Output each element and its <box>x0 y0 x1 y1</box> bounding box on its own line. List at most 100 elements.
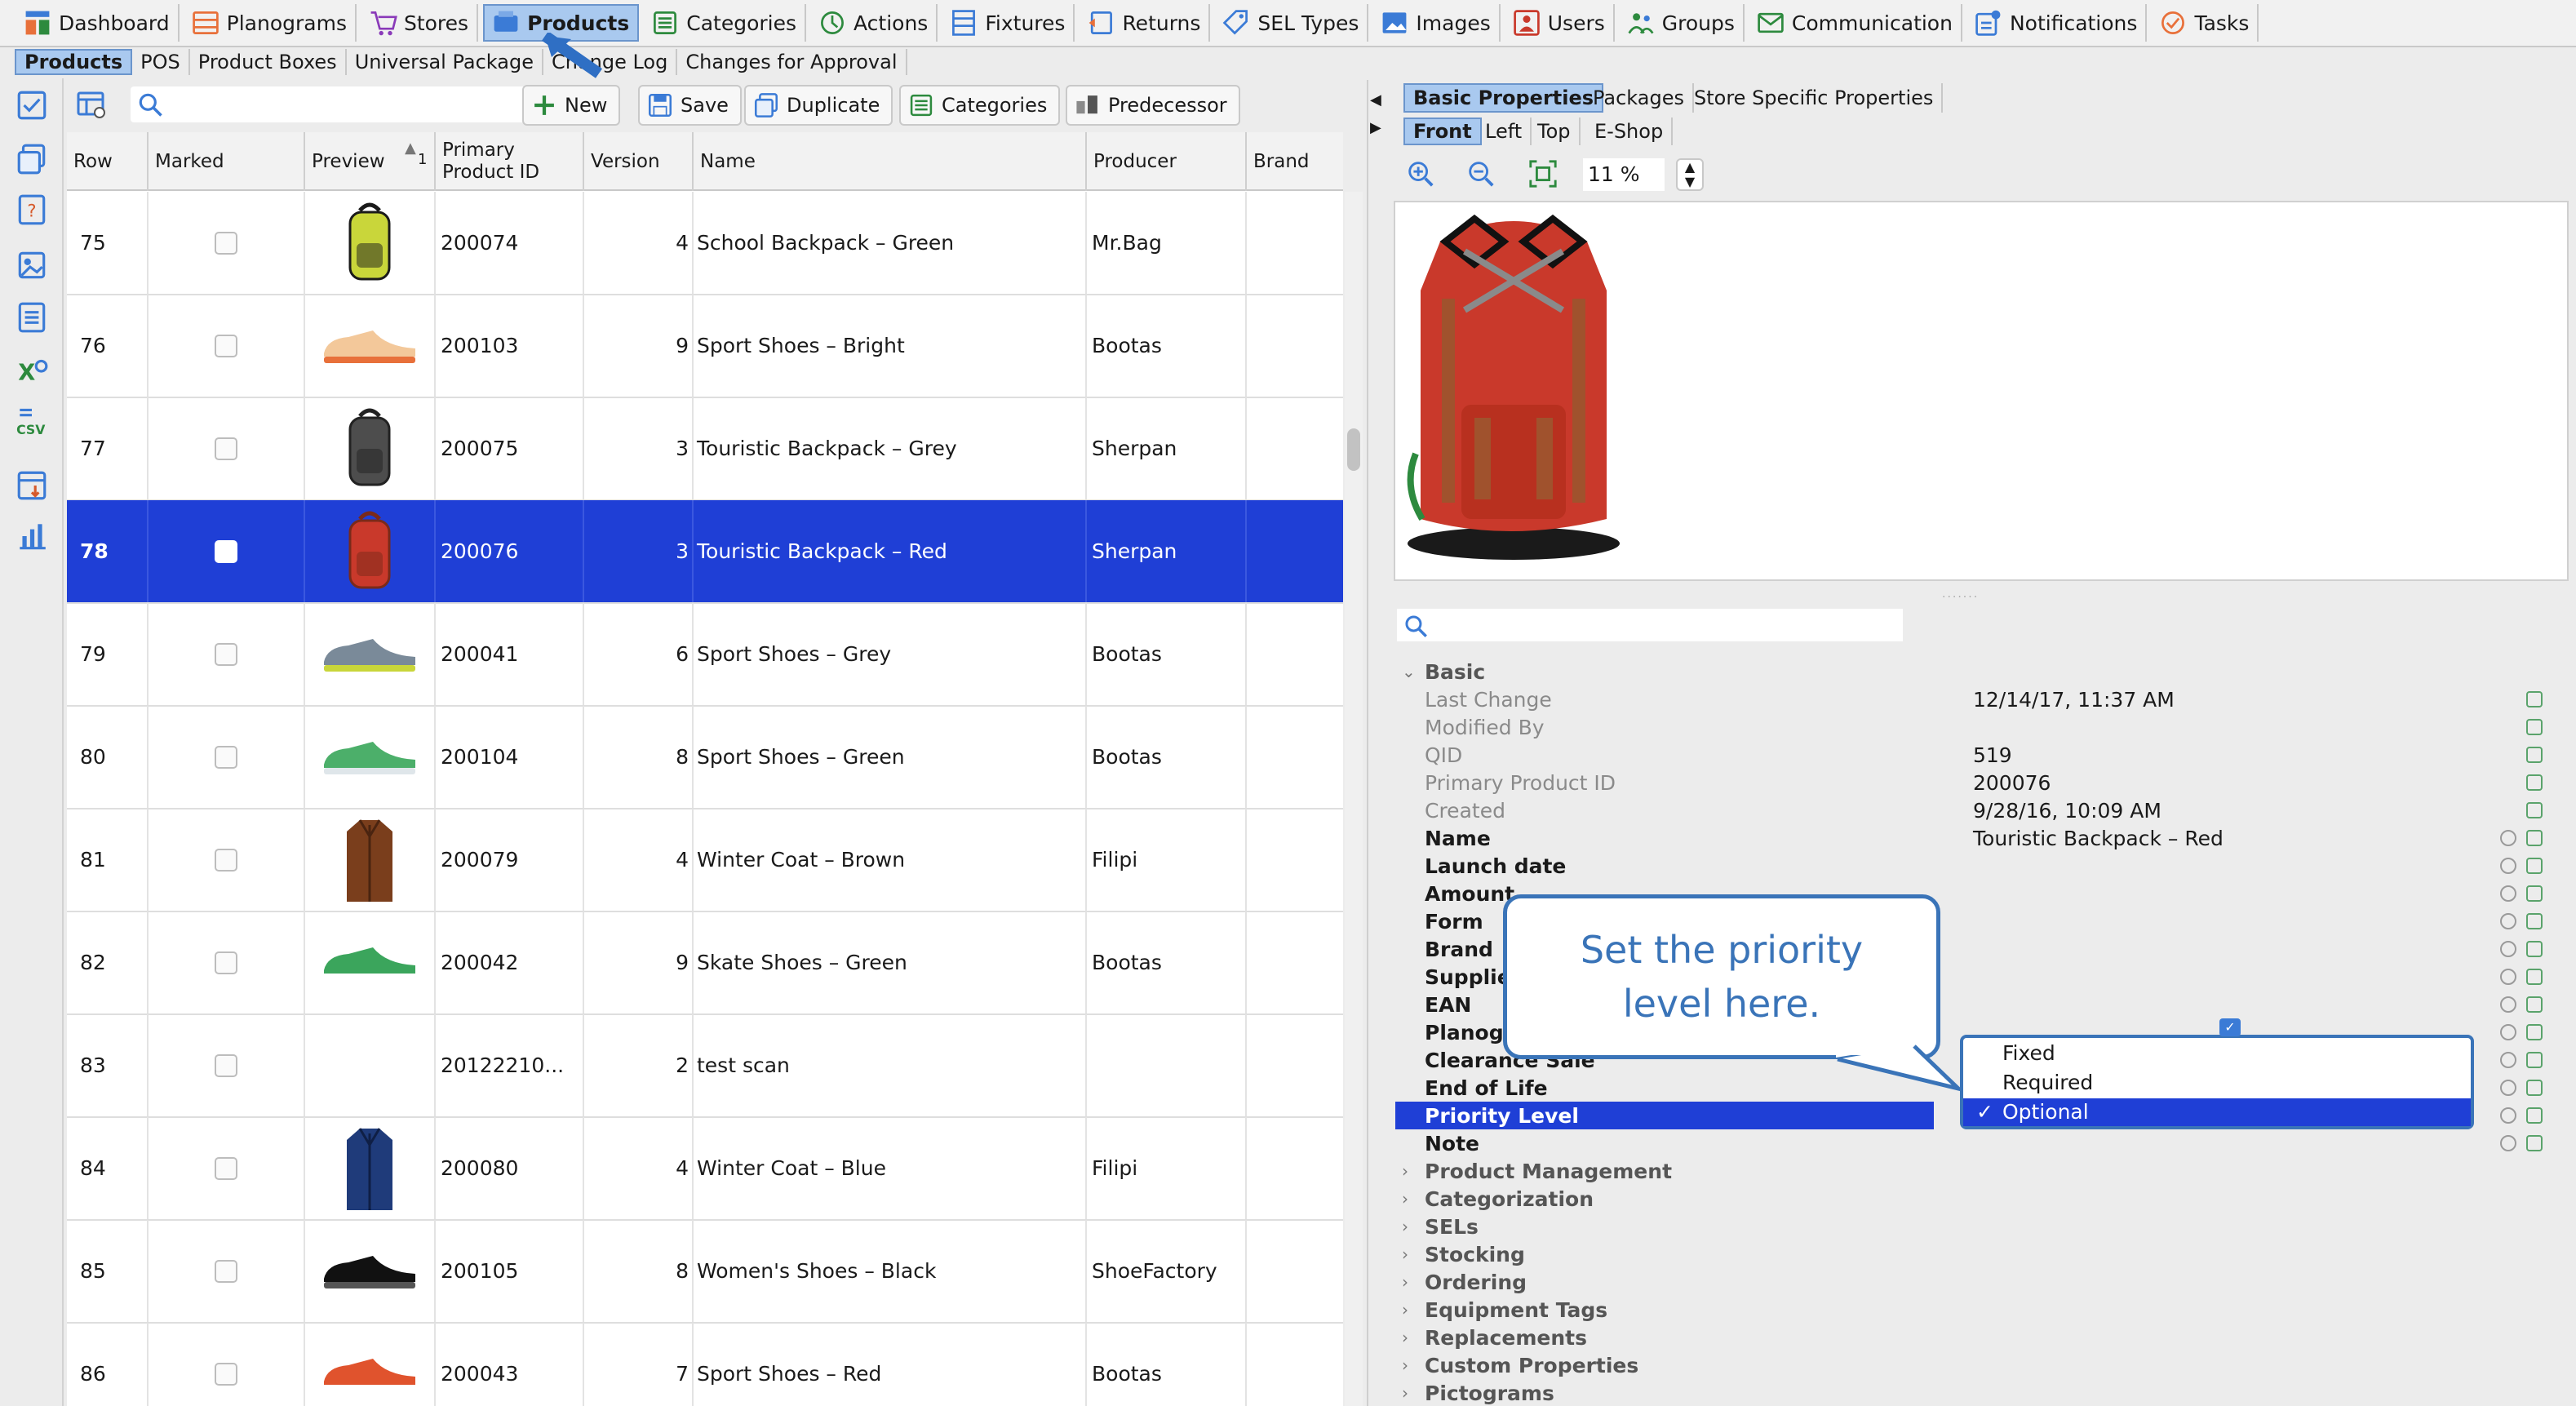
menu-notifications[interactable]: Notifications <box>1967 4 2148 42</box>
property-value[interactable]: 12/14/17, 11:37 AM <box>1973 688 2175 712</box>
table-row[interactable]: 82 200042 9 Skate Shoes – Green Bootas <box>67 911 1343 1015</box>
chart-icon[interactable] <box>15 519 49 553</box>
column-header-row[interactable]: Row <box>67 132 149 191</box>
marked-checkbox[interactable] <box>215 437 237 460</box>
property-group[interactable]: › Product Management <box>1395 1157 2570 1185</box>
property-group[interactable]: › Categorization <box>1395 1185 2570 1213</box>
table-scrollbar-thumb[interactable] <box>1347 428 1360 471</box>
edit-property-icon[interactable] <box>2526 802 2543 818</box>
property-value[interactable]: 200076 <box>1973 771 2051 795</box>
edit-property-icon[interactable] <box>2526 996 2543 1013</box>
splitter-handle[interactable]: ······· <box>1942 591 1991 604</box>
edit-property-icon[interactable] <box>2526 691 2543 707</box>
property-group[interactable]: › Custom Properties <box>1395 1351 2570 1379</box>
zoom-out-icon[interactable] <box>1465 158 1496 189</box>
history-icon[interactable] <box>2500 1080 2516 1096</box>
view-tab-top[interactable]: Top <box>1529 118 1581 145</box>
property-value[interactable]: Touristic Backpack – Red <box>1973 827 2224 850</box>
column-header-producer[interactable]: Producer <box>1087 132 1247 191</box>
table-row[interactable]: 78 200076 3 Touristic Backpack – Red Sherpan <box>67 500 1343 604</box>
edit-property-icon[interactable] <box>2526 747 2543 763</box>
excel-export-icon[interactable]: X <box>15 354 49 388</box>
menu-actions[interactable]: Actions <box>811 4 938 42</box>
image-list-icon[interactable] <box>15 248 49 282</box>
table-row[interactable]: 75 200074 4 School Backpack – Green Mr.Bag <box>67 192 1343 295</box>
history-icon[interactable] <box>2500 830 2516 846</box>
chevron-right-icon[interactable]: › <box>1402 1161 1408 1181</box>
column-header-version[interactable]: Version <box>584 132 694 191</box>
property-value[interactable]: 9/28/16, 10:09 AM <box>1973 799 2161 823</box>
table-row[interactable]: 80 200104 8 Sport Shoes – Green Bootas <box>67 706 1343 809</box>
chevron-down-icon[interactable]: ⌄ <box>1402 662 1416 681</box>
csv-export-icon[interactable]: CSV <box>15 403 49 437</box>
property-group[interactable]: › Pictograms <box>1395 1379 2570 1406</box>
edit-property-icon[interactable] <box>2526 941 2543 957</box>
edit-property-icon[interactable] <box>2526 1107 2543 1124</box>
property-group[interactable]: › Ordering <box>1395 1268 2570 1296</box>
collapse-left-icon[interactable]: ◀ <box>1370 91 1381 109</box>
tab-packages[interactable]: Packages <box>1585 83 1694 113</box>
view-tab-e-shop[interactable]: E-Shop <box>1586 118 1674 145</box>
view-tab-front[interactable]: Front <box>1403 118 1482 145</box>
duplicate-button[interactable]: Duplicate <box>744 85 893 126</box>
menu-fixtures[interactable]: Fixtures <box>942 4 1075 42</box>
tab-basic-properties[interactable]: Basic Properties <box>1403 83 1604 113</box>
property-row[interactable]: Note <box>1395 1129 2570 1157</box>
table-row[interactable]: 86 200043 7 Sport Shoes – Red Bootas <box>67 1323 1343 1406</box>
edit-property-icon[interactable] <box>2526 885 2543 902</box>
submenu-product-boxes[interactable]: Product Boxes <box>190 49 347 75</box>
property-row[interactable]: Primary Product ID 200076 <box>1395 769 2570 796</box>
history-icon[interactable] <box>2500 913 2516 929</box>
view-tab-left[interactable]: Left <box>1477 118 1532 145</box>
menu-dashboard[interactable]: Dashboard <box>16 4 180 42</box>
menu-categories[interactable]: Categories <box>644 4 807 42</box>
fit-to-view-icon[interactable] <box>1527 158 1558 189</box>
history-icon[interactable] <box>2500 969 2516 985</box>
property-row[interactable]: Modified By <box>1395 713 2570 741</box>
property-row[interactable]: Last Change 12/14/17, 11:37 AM <box>1395 685 2570 713</box>
marked-checkbox[interactable] <box>215 231 237 255</box>
submenu-pos[interactable]: POS <box>132 49 190 75</box>
menu-returns[interactable]: Returns <box>1080 4 1211 42</box>
menu-users[interactable]: Users <box>1505 4 1615 42</box>
property-group[interactable]: › Stocking <box>1395 1240 2570 1268</box>
section-basic[interactable]: ⌄ Basic <box>1395 658 2570 685</box>
history-icon[interactable] <box>2500 1107 2516 1124</box>
menu-sel-types[interactable]: SEL Types <box>1215 4 1369 42</box>
history-icon[interactable] <box>2500 885 2516 902</box>
marked-checkbox[interactable] <box>215 1259 237 1283</box>
categories-button[interactable]: Categories <box>899 85 1061 126</box>
menu-tasks[interactable]: Tasks <box>2152 4 2259 42</box>
history-icon[interactable] <box>2500 1024 2516 1040</box>
edit-property-icon[interactable] <box>2526 913 2543 929</box>
edit-property-icon[interactable] <box>2526 774 2543 791</box>
table-row[interactable]: 85 200105 8 Women's Shoes – Black ShoeFactor… <box>67 1220 1343 1324</box>
table-row[interactable]: 76 200103 9 Sport Shoes – Bright Bootas <box>67 295 1343 398</box>
table-settings-icon[interactable] <box>75 88 108 121</box>
submenu-products[interactable]: Products <box>15 49 133 75</box>
predecessor-button[interactable]: Predecessor <box>1066 85 1240 126</box>
property-value[interactable]: 519 <box>1973 743 2012 767</box>
history-icon[interactable] <box>2500 1135 2516 1151</box>
property-group[interactable]: › Equipment Tags <box>1395 1296 2570 1324</box>
copy-icon[interactable] <box>15 142 49 176</box>
chevron-right-icon[interactable]: › <box>1402 1355 1408 1375</box>
property-row[interactable]: Created 9/28/16, 10:09 AM <box>1395 796 2570 824</box>
property-group[interactable]: › SELs <box>1395 1213 2570 1240</box>
menu-groups[interactable]: Groups <box>1620 4 1745 42</box>
column-header-primary-id[interactable]: Primary Product ID <box>436 132 584 191</box>
history-icon[interactable] <box>2500 941 2516 957</box>
chevron-right-icon[interactable]: › <box>1402 1383 1408 1403</box>
marked-checkbox[interactable] <box>215 1156 237 1180</box>
priority-level-dropdown[interactable]: Fixed Required ✓ Optional <box>1960 1035 2474 1129</box>
table-row[interactable]: 84 200080 4 Winter Coat – Blue Filipi <box>67 1117 1343 1221</box>
edit-property-icon[interactable] <box>2526 830 2543 846</box>
planogram-checkbox[interactable]: ✓ <box>2219 1018 2241 1036</box>
table-row[interactable]: 79 200041 6 Sport Shoes – Grey Bootas <box>67 603 1343 707</box>
history-icon[interactable] <box>2500 858 2516 874</box>
marked-checkbox[interactable] <box>215 848 237 872</box>
marked-checkbox[interactable] <box>215 334 237 357</box>
zoom-stepper[interactable]: ▲ ▼ <box>1676 158 1704 191</box>
save-button[interactable]: Save <box>638 85 742 126</box>
edit-property-icon[interactable] <box>2526 719 2543 735</box>
